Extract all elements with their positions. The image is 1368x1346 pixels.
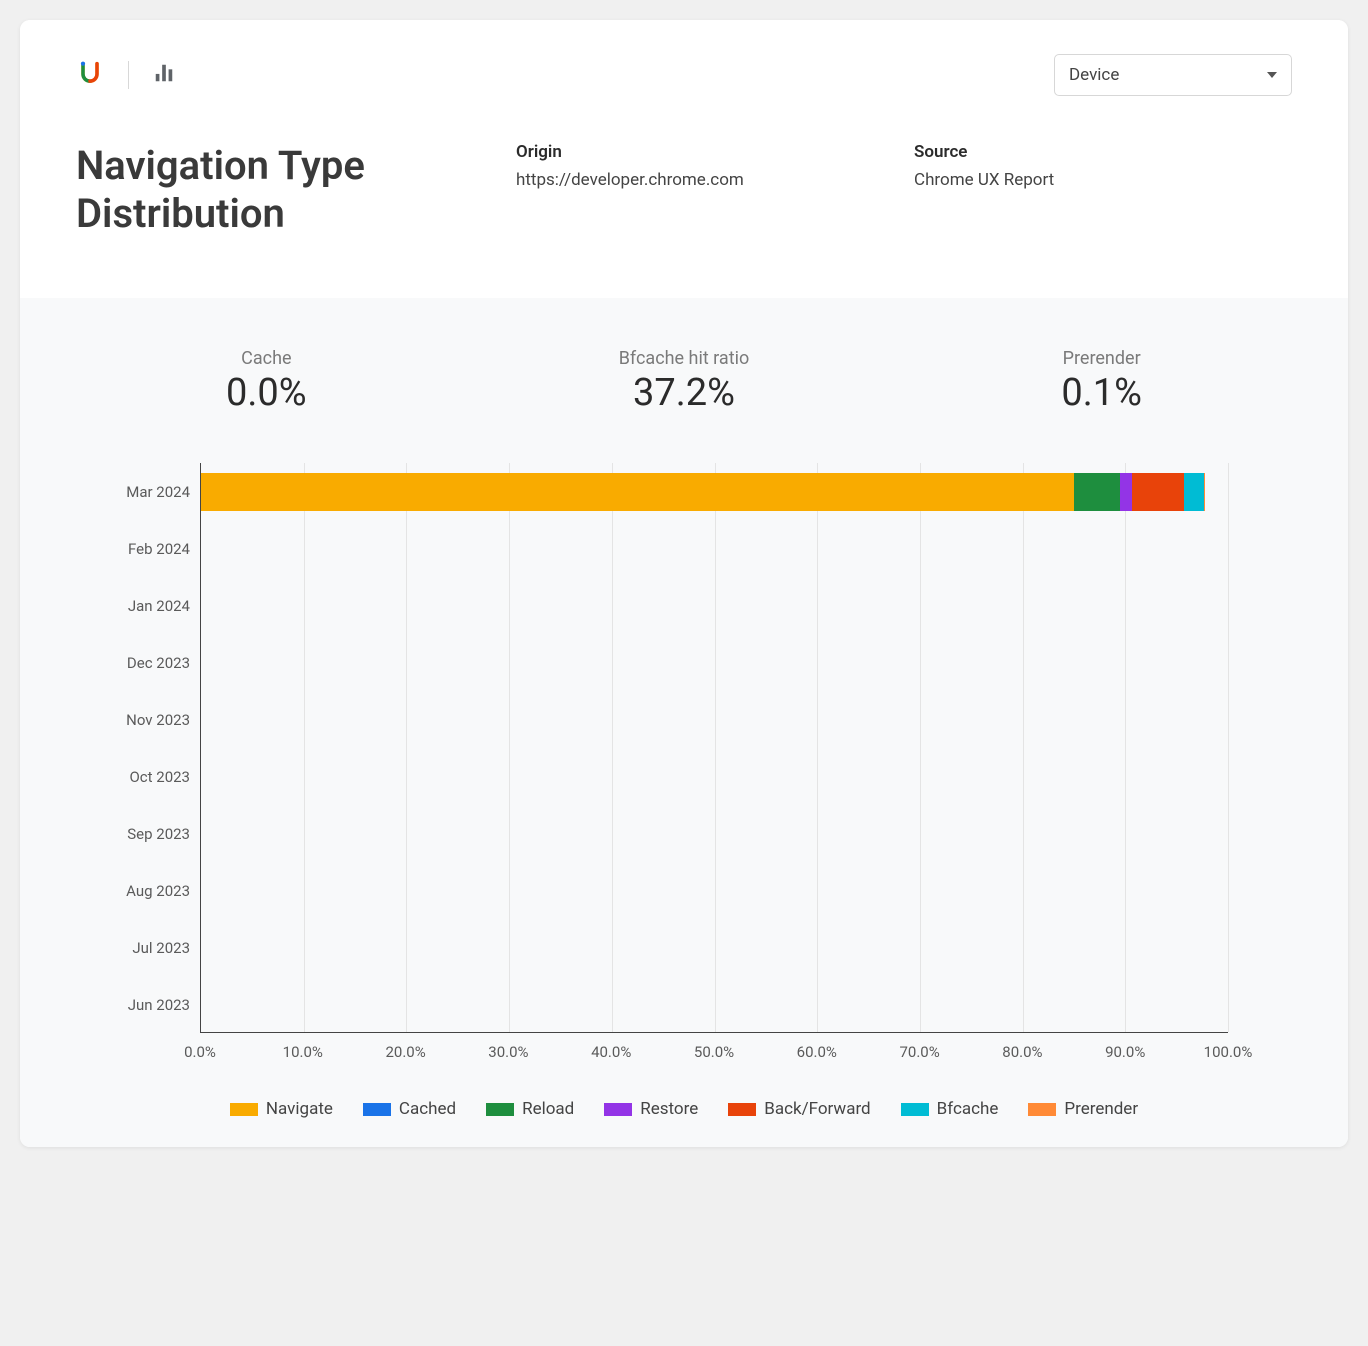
bar-row (201, 986, 1228, 1024)
bar-segment (1204, 473, 1205, 511)
legend-item-reload: Reload (486, 1099, 574, 1119)
x-axis-tick: 20.0% (385, 1043, 425, 1061)
y-axis-label: Aug 2023 (70, 882, 190, 900)
origin-block: Origin https://developer.chrome.com (516, 142, 894, 190)
gridline (1228, 463, 1229, 1032)
x-axis-tick: 30.0% (488, 1043, 528, 1061)
bar-row (201, 473, 1228, 511)
legend-label-navigate: Navigate (266, 1099, 333, 1119)
bar-segment (1184, 473, 1205, 511)
x-axis-tick: 70.0% (899, 1043, 939, 1061)
divider (128, 61, 129, 89)
device-select-label: Device (1069, 65, 1119, 85)
swatch-restore (604, 1103, 632, 1116)
bar-row (201, 530, 1228, 568)
swatch-navigate (230, 1103, 258, 1116)
kpi-prerender: Prerender 0.1% (1061, 348, 1142, 415)
kpi-cache: Cache 0.0% (226, 348, 307, 415)
bar-segment (1120, 473, 1132, 511)
kpi-row: Cache 0.0% Bfcache hit ratio 37.2% Prere… (70, 348, 1298, 415)
x-axis-tick: 60.0% (797, 1043, 837, 1061)
x-axis-tick: 50.0% (694, 1043, 734, 1061)
source-value: Chrome UX Report (914, 170, 1292, 190)
chart-plot-area (200, 463, 1228, 1033)
bar-row (201, 587, 1228, 625)
source-label: Source (914, 142, 1292, 162)
swatch-reload (486, 1103, 514, 1116)
legend: Navigate Cached Reload Restore Back/Forw… (70, 1091, 1298, 1123)
bar-row (201, 701, 1228, 739)
bar-row (201, 758, 1228, 796)
swatch-prerender (1028, 1103, 1056, 1116)
legend-item-back-forward: Back/Forward (728, 1099, 870, 1119)
swatch-back-forward (728, 1103, 756, 1116)
y-axis-label: Mar 2024 (70, 483, 190, 501)
top-bar: Device (76, 54, 1292, 96)
legend-label-reload: Reload (522, 1099, 574, 1119)
bar-segment (1074, 473, 1120, 511)
y-axis-label: Nov 2023 (70, 711, 190, 729)
swatch-bfcache (901, 1103, 929, 1116)
origin-label: Origin (516, 142, 894, 162)
legend-label-cached: Cached (399, 1099, 456, 1119)
dashboard-card: Device Navigation Type Distribution Orig… (20, 20, 1348, 1147)
kpi-bfcache-value: 37.2% (619, 371, 750, 415)
kpi-cache-label: Cache (226, 348, 307, 369)
x-axis-tick: 0.0% (184, 1043, 216, 1061)
legend-item-restore: Restore (604, 1099, 698, 1119)
logo-group (76, 59, 175, 91)
bar-row (201, 929, 1228, 967)
x-axis-tick: 100.0% (1204, 1043, 1253, 1061)
bar-chart-icon (153, 62, 175, 88)
x-axis-tick: 10.0% (283, 1043, 323, 1061)
crux-logo-icon (76, 59, 104, 91)
x-axis-tick: 80.0% (1002, 1043, 1042, 1061)
swatch-cached (363, 1103, 391, 1116)
x-axis-tick: 40.0% (591, 1043, 631, 1061)
kpi-bfcache-label: Bfcache hit ratio (619, 348, 750, 369)
y-axis-label: Sep 2023 (70, 825, 190, 843)
bar-segment (1132, 473, 1183, 511)
chart: 0.0% 10.0% 20.0% 30.0% 40.0% 50.0% 60.0% 70.0% 8… (70, 463, 1258, 1083)
page-title: Navigation Type Distribution (76, 142, 496, 238)
origin-value: https://developer.chrome.com (516, 170, 894, 190)
bar-row (201, 815, 1228, 853)
kpi-bfcache: Bfcache hit ratio 37.2% (619, 348, 750, 415)
bar-segment (201, 473, 1074, 511)
y-axis-label: Oct 2023 (70, 768, 190, 786)
legend-item-prerender: Prerender (1028, 1099, 1138, 1119)
device-select[interactable]: Device (1054, 54, 1292, 96)
bar-row (201, 644, 1228, 682)
legend-item-cached: Cached (363, 1099, 456, 1119)
y-axis-label: Jun 2023 (70, 996, 190, 1014)
legend-item-navigate: Navigate (230, 1099, 333, 1119)
source-block: Source Chrome UX Report (914, 142, 1292, 190)
chevron-down-icon (1267, 72, 1277, 78)
content-section: Cache 0.0% Bfcache hit ratio 37.2% Prere… (20, 298, 1348, 1147)
legend-label-back-forward: Back/Forward (764, 1099, 870, 1119)
y-axis-label: Jan 2024 (70, 597, 190, 615)
y-axis-label: Jul 2023 (70, 939, 190, 957)
legend-item-bfcache: Bfcache (901, 1099, 999, 1119)
header-row: Navigation Type Distribution Origin http… (76, 142, 1292, 238)
kpi-cache-value: 0.0% (226, 371, 307, 415)
x-axis-tick: 90.0% (1105, 1043, 1145, 1061)
kpi-prerender-value: 0.1% (1061, 371, 1142, 415)
bar-row (201, 872, 1228, 910)
y-axis-label: Feb 2024 (70, 540, 190, 558)
legend-label-prerender: Prerender (1064, 1099, 1138, 1119)
y-axis-label: Dec 2023 (70, 654, 190, 672)
legend-label-restore: Restore (640, 1099, 698, 1119)
legend-label-bfcache: Bfcache (937, 1099, 999, 1119)
header-section: Device Navigation Type Distribution Orig… (20, 20, 1348, 298)
kpi-prerender-label: Prerender (1061, 348, 1142, 369)
